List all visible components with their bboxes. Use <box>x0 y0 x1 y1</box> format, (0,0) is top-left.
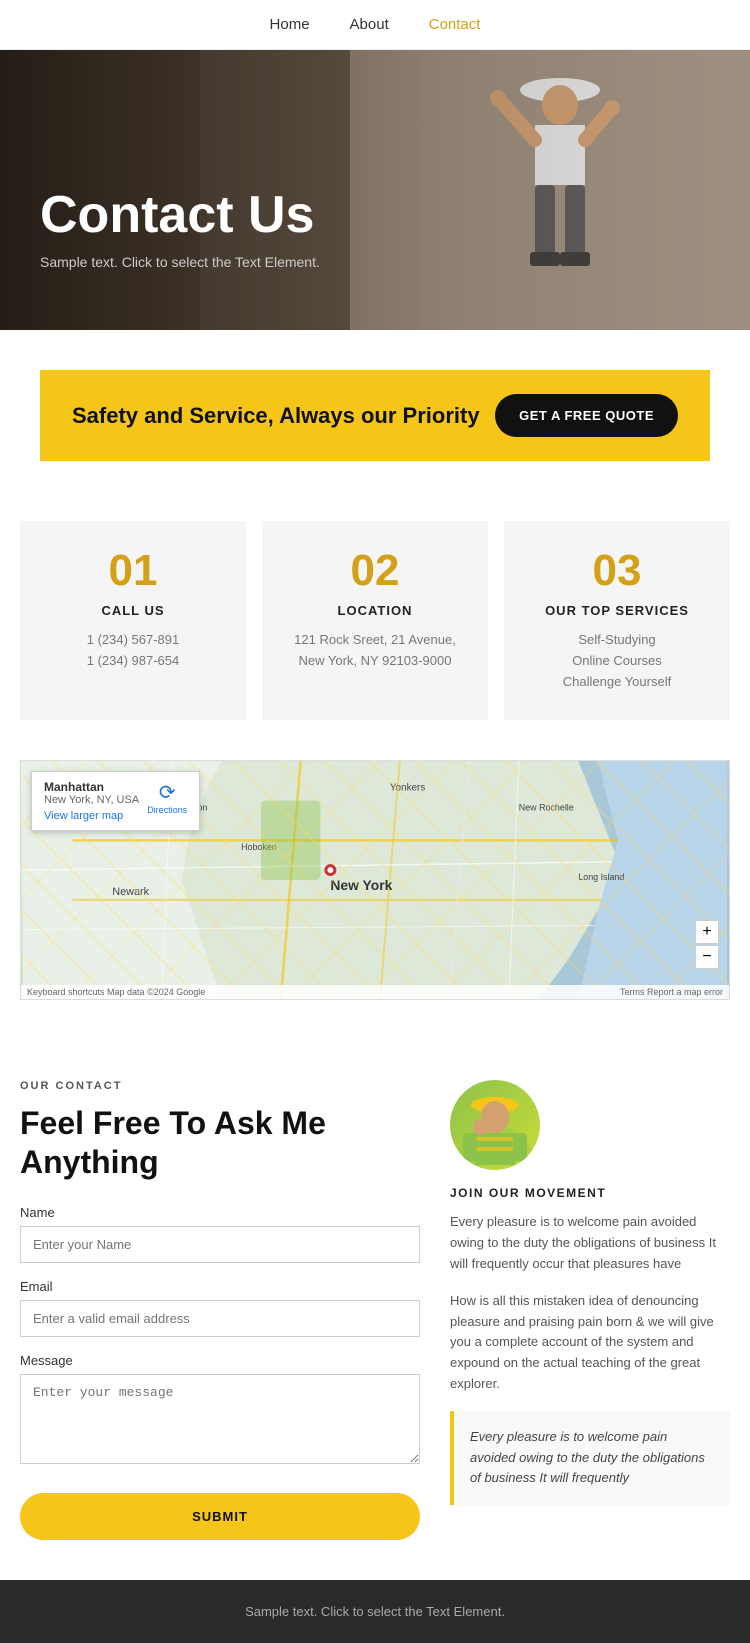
cards-row: 01 CALL US 1 (234) 567-891 1 (234) 987-6… <box>20 521 730 720</box>
message-label: Message <box>20 1353 420 1368</box>
svg-text:Hoboken: Hoboken <box>241 843 277 853</box>
name-label: Name <box>20 1205 420 1220</box>
card-services: 03 OUR TOP SERVICES Self-Studying Online… <box>504 521 730 720</box>
email-input[interactable] <box>20 1300 420 1337</box>
card-02-info: 121 Rock Sreet, 21 Avenue, New York, NY … <box>282 630 468 672</box>
footer: Sample text. Click to select the Text El… <box>0 1580 750 1643</box>
hero-content: Contact Us Sample text. Click to select … <box>40 187 320 270</box>
avatar <box>450 1080 540 1170</box>
our-contact-label: OUR CONTACT <box>20 1080 420 1092</box>
card-03-title: OUR TOP SERVICES <box>524 603 710 618</box>
map-popup-title: Manhattan <box>44 780 139 794</box>
hero-title: Contact Us <box>40 187 320 244</box>
quote-box: Every pleasure is to welcome pain avoide… <box>450 1411 730 1505</box>
svg-text:Yonkers: Yonkers <box>390 783 425 794</box>
svg-text:New Rochelle: New Rochelle <box>519 803 574 813</box>
info-cards-section: 01 CALL US 1 (234) 567-891 1 (234) 987-6… <box>0 501 750 760</box>
map-zoom-out[interactable]: − <box>695 945 719 969</box>
banner-text: Safety and Service, Always our Priority <box>72 403 480 429</box>
map-view-larger[interactable]: View larger map <box>44 810 139 822</box>
name-field-group: Name <box>20 1205 420 1263</box>
quote-text: Every pleasure is to welcome pain avoide… <box>470 1429 705 1486</box>
svg-text:Newark: Newark <box>112 886 149 898</box>
hero-subtitle: Sample text. Click to select the Text El… <box>40 254 320 270</box>
name-input[interactable] <box>20 1226 420 1263</box>
contact-section: OUR CONTACT Feel Free To Ask Me Anything… <box>0 1060 750 1580</box>
footer-text: Sample text. Click to select the Text El… <box>245 1604 505 1619</box>
email-field-group: Email <box>20 1279 420 1337</box>
navigation: Home About Contact <box>0 0 750 50</box>
message-field-group: Message <box>20 1353 420 1469</box>
contact-info-area: JOIN OUR MOVEMENT Every pleasure is to w… <box>450 1080 730 1505</box>
card-01-title: CALL US <box>40 603 226 618</box>
card-01-info: 1 (234) 567-891 1 (234) 987-654 <box>40 630 226 672</box>
map-footer-right: Terms Report a map error <box>620 987 723 997</box>
map-container[interactable]: New York Newark Yonkers New Rochelle Pat… <box>20 760 730 1000</box>
svg-text:Long Island: Long Island <box>578 872 624 882</box>
svg-text:New York: New York <box>330 877 392 893</box>
contact-para-2: How is all this mistaken idea of denounc… <box>450 1291 730 1395</box>
map-section: New York Newark Yonkers New Rochelle Pat… <box>0 760 750 1060</box>
map-footer: Keyboard shortcuts Map data ©2024 Google… <box>21 985 729 999</box>
contact-para-1: Every pleasure is to welcome pain avoide… <box>450 1212 730 1274</box>
contact-form-area: OUR CONTACT Feel Free To Ask Me Anything… <box>20 1080 420 1540</box>
submit-button[interactable]: SUBMIT <box>20 1493 420 1540</box>
card-03-number: 03 <box>524 549 710 593</box>
map-footer-left: Keyboard shortcuts Map data ©2024 Google <box>27 987 205 997</box>
map-zoom-in[interactable]: + <box>695 920 719 944</box>
card-02-title: LOCATION <box>282 603 468 618</box>
hero-section: Contact Us Sample text. Click to select … <box>0 50 750 330</box>
map-popup: Manhattan New York, NY, USA View larger … <box>31 771 200 831</box>
promo-banner: Safety and Service, Always our Priority … <box>40 370 710 461</box>
card-call-us: 01 CALL US 1 (234) 567-891 1 (234) 987-6… <box>20 521 246 720</box>
avatar-image <box>455 1085 535 1165</box>
contact-heading: Feel Free To Ask Me Anything <box>20 1104 420 1181</box>
map-popup-sub: New York, NY, USA <box>44 794 139 806</box>
card-location: 02 LOCATION 121 Rock Sreet, 21 Avenue, N… <box>262 521 488 720</box>
nav-about[interactable]: About <box>350 16 389 33</box>
join-label: JOIN OUR MOVEMENT <box>450 1186 730 1200</box>
card-02-number: 02 <box>282 549 468 593</box>
nav-home[interactable]: Home <box>270 16 310 33</box>
nav-contact[interactable]: Contact <box>429 16 481 33</box>
card-01-number: 01 <box>40 549 226 593</box>
get-quote-button[interactable]: GET A FREE QUOTE <box>495 394 678 437</box>
card-03-info: Self-Studying Online Courses Challenge Y… <box>524 630 710 692</box>
map-controls: + − <box>695 920 719 969</box>
email-label: Email <box>20 1279 420 1294</box>
